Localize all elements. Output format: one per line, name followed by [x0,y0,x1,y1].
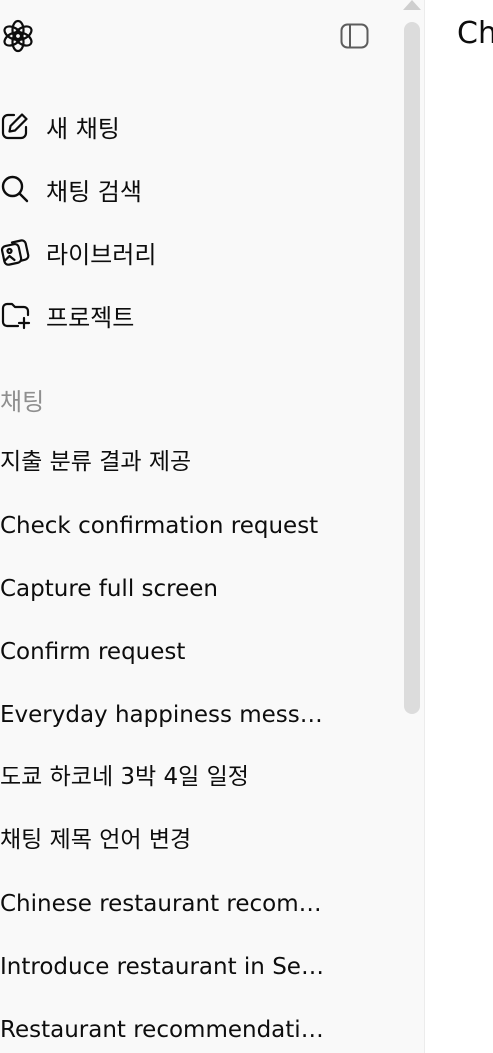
sidebar-scrollbar[interactable] [404,22,420,714]
sidebar-item-library[interactable]: 라이브러리 [0,232,380,272]
sidebar: 새 채팅 채팅 검색 라이브러리 프로젝트 채팅 지출 분류 결과 제공 Che… [0,0,425,1053]
chat-history-item[interactable]: Chinese restaurant recomm... [0,884,330,924]
sidebar-item-label: 프로젝트 [46,303,135,332]
chat-history-item[interactable]: Capture full screen [0,569,330,609]
sidebar-item-label: 라이브러리 [46,240,157,269]
sidebar-item-label: 새 채팅 [46,114,120,143]
chat-history-item[interactable]: Restaurant recommendatio... [0,1010,330,1050]
main-header-title[interactable]: Ch [457,16,493,51]
chat-history-item[interactable]: 도쿄 하코네 3박 4일 일정 [0,757,330,797]
sidebar-item-search-chats[interactable]: 채팅 검색 [0,169,380,209]
sidebar-item-new-chat[interactable]: 새 채팅 [0,106,380,146]
sidebar-item-projects[interactable]: 프로젝트 [0,295,380,335]
scroll-up-arrow-icon[interactable] [403,0,421,10]
sidebar-panel-icon [340,23,369,49]
chats-section-label: 채팅 [0,388,45,416]
new-project-folder-icon [0,299,32,331]
chat-history-item[interactable]: Confirm request [0,632,330,672]
library-icon [0,236,32,268]
compose-icon [0,110,32,142]
chat-history-item[interactable]: Everyday happiness message [0,695,330,735]
chat-history-item[interactable]: Introduce restaurant in Seo... [0,947,330,987]
chat-history-item[interactable]: 지출 분류 결과 제공 [0,442,330,482]
sidebar-toggle-button[interactable] [340,22,369,50]
app-window: 새 채팅 채팅 검색 라이브러리 프로젝트 채팅 지출 분류 결과 제공 Che… [0,0,493,1053]
chat-history-item[interactable]: Check confirmation request [0,506,330,546]
search-icon [0,173,32,205]
sidebar-item-label: 채팅 검색 [46,177,142,206]
chat-history-item[interactable]: 채팅 제목 언어 변경 [0,820,330,860]
openai-logo-icon[interactable] [0,18,36,54]
